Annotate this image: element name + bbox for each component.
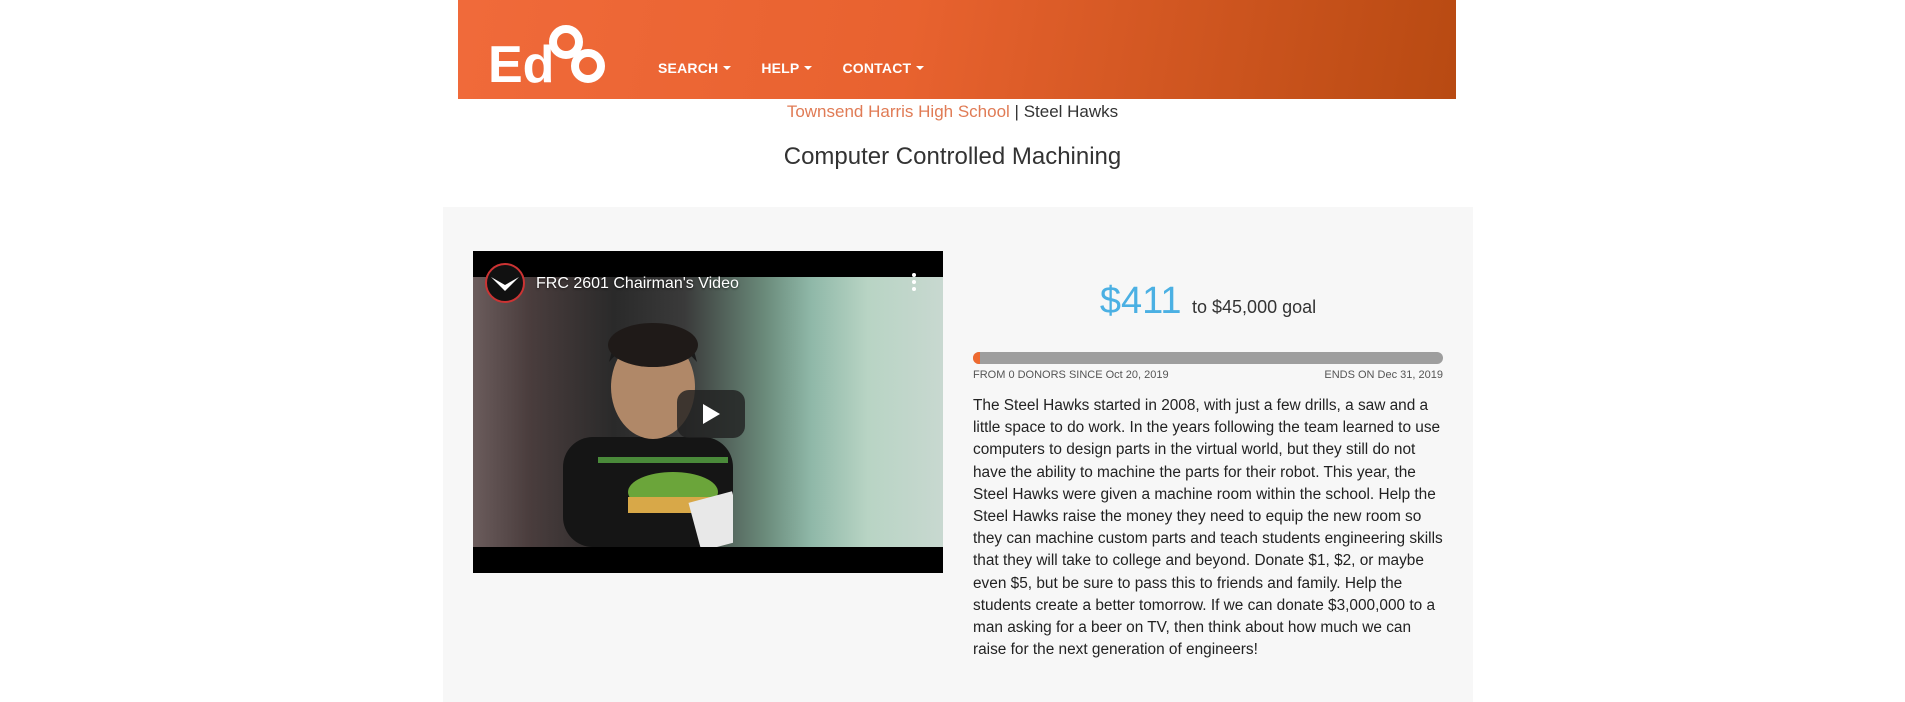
main-nav: SEARCH HELP CONTACT [658, 60, 925, 76]
funding-meta: FROM 0 DONORS SINCE Oct 20, 2019 ENDS ON… [973, 369, 1443, 381]
play-button[interactable] [677, 390, 745, 438]
nav-search[interactable]: SEARCH [658, 60, 732, 76]
video-title[interactable]: FRC 2601 Chairman's Video [536, 275, 739, 293]
school-breadcrumb: Townsend Harris High School | Steel Hawk… [0, 102, 1905, 122]
team-name: Steel Hawks [1023, 102, 1119, 121]
school-link[interactable]: Townsend Harris High School [787, 102, 1010, 121]
nav-search-label: SEARCH [658, 60, 719, 76]
hawk-icon [491, 277, 519, 291]
nav-help[interactable]: HELP [761, 60, 813, 76]
project-description: The Steel Hawks started in 2008, with ju… [973, 397, 1443, 659]
progress-fill [973, 352, 981, 364]
donors-text: FROM 0 DONORS SINCE Oct 20, 2019 [973, 369, 1169, 381]
caret-down-icon [804, 66, 813, 70]
amount-raised: $411 [1099, 280, 1182, 322]
nav-contact-label: CONTACT [842, 60, 912, 76]
ends-text: ENDS ON Dec 31, 2019 [1324, 369, 1443, 381]
goal-text: to $45,000 goal [1192, 297, 1317, 317]
play-icon [703, 404, 720, 424]
caret-down-icon [723, 66, 732, 70]
edco-logo[interactable]: Ed [488, 22, 608, 88]
more-options-icon[interactable] [911, 273, 917, 293]
project-title: Computer Controlled Machining [783, 143, 1122, 170]
nav-contact[interactable]: CONTACT [842, 60, 925, 76]
funding-summary: $411 to $45,000 goal [973, 280, 1443, 323]
site-header: Ed SEARCH HELP CONTACT [458, 0, 1456, 99]
channel-avatar[interactable] [485, 263, 525, 303]
svg-text:Ed: Ed [488, 36, 554, 88]
nav-help-label: HELP [761, 60, 800, 76]
caret-down-icon [916, 66, 925, 70]
funding-progress-bar [973, 352, 1443, 364]
video-player[interactable]: FRC 2601 Chairman's Video [473, 251, 943, 573]
breadcrumb-separator: | [1009, 102, 1024, 121]
